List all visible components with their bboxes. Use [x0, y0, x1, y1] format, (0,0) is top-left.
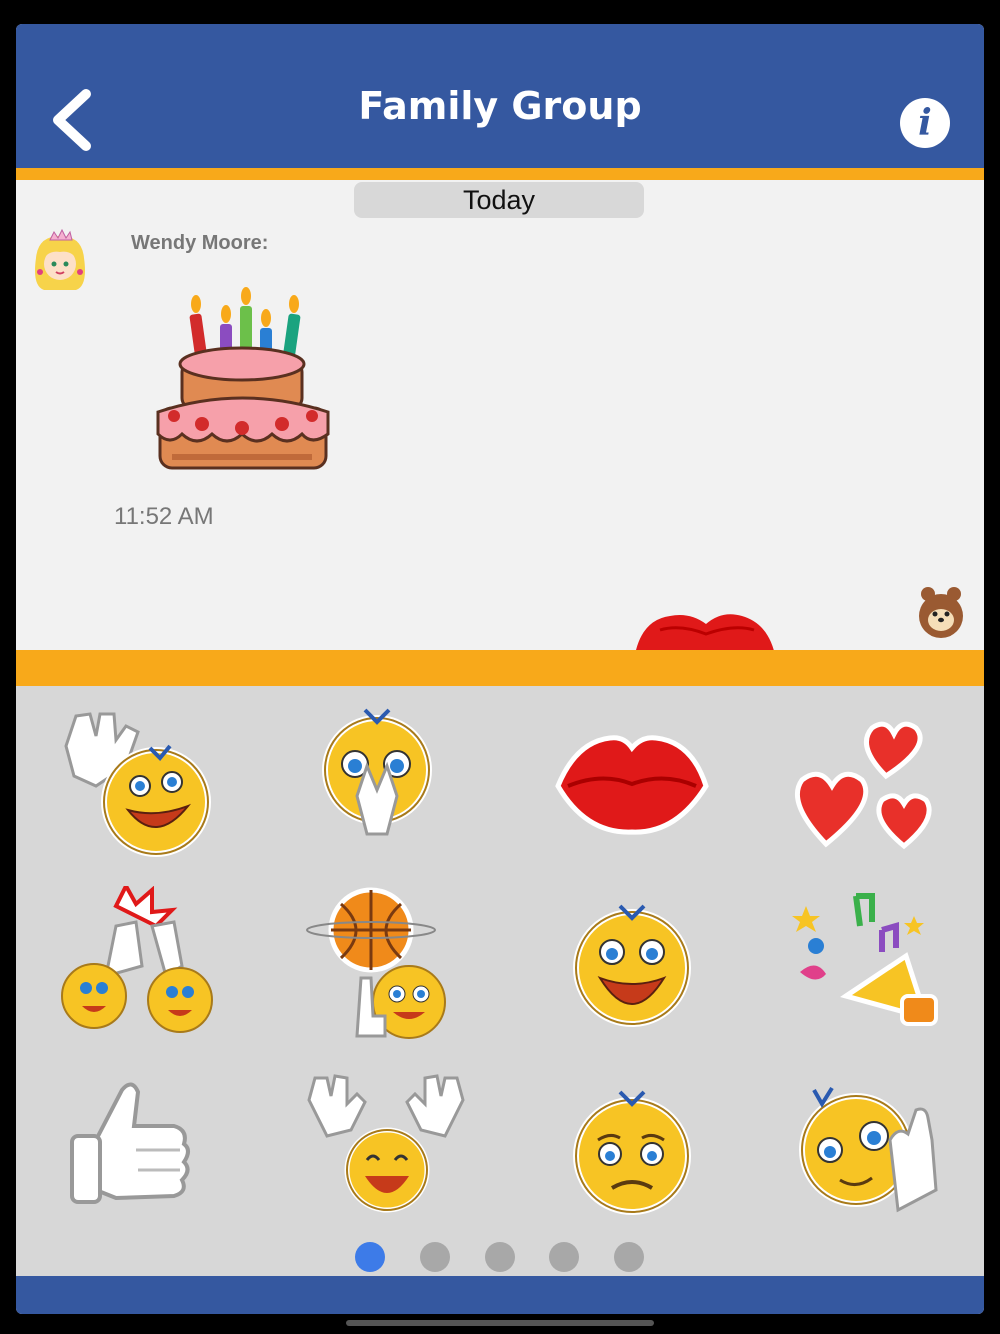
nav-header: Family Group i — [16, 24, 984, 168]
input-accent-stripe — [16, 650, 984, 686]
page-dot-1[interactable] — [355, 1242, 385, 1272]
praying-smiley-sticker[interactable] — [301, 706, 471, 866]
waving-smiley-sticker[interactable] — [56, 706, 226, 866]
waving-goodbye-smiley-sticker[interactable] — [786, 1070, 956, 1230]
cheering-smiley-sticker[interactable] — [301, 1070, 471, 1230]
page-dot-2[interactable] — [420, 1242, 450, 1272]
sad-smiley-sticker[interactable] — [546, 1070, 716, 1230]
basketball-smiley-sticker[interactable] — [301, 886, 471, 1046]
chat-area[interactable]: Today Wendy Moore: 11:52 AM — [16, 180, 984, 650]
page-dot-5[interactable] — [614, 1242, 644, 1272]
high-five-sticker[interactable] — [56, 886, 226, 1046]
sticker-tray — [16, 686, 984, 1276]
info-button[interactable]: i — [900, 98, 950, 148]
princess-avatar[interactable] — [30, 228, 90, 292]
bear-avatar[interactable] — [916, 580, 966, 640]
message-timestamp: 11:52 AM — [114, 503, 214, 530]
info-icon: i — [918, 102, 932, 144]
header-accent-stripe — [16, 168, 984, 180]
page-title: Family Group — [358, 84, 642, 128]
hearts-sticker[interactable] — [786, 706, 956, 866]
sender-name: Wendy Moore: — [131, 232, 269, 254]
party-horn-sticker[interactable] — [786, 886, 956, 1046]
page-dot-3[interactable] — [485, 1242, 515, 1272]
page-dot-4[interactable] — [549, 1242, 579, 1272]
home-indicator[interactable] — [346, 1320, 654, 1326]
red-lips-sticker[interactable] — [630, 600, 780, 650]
birthday-cake-sticker[interactable] — [152, 284, 332, 484]
red-lips-sticker[interactable] — [546, 706, 716, 866]
app-screen: Family Group i Today Wendy Moore: 11:52 … — [16, 24, 984, 1314]
bottom-bar — [16, 1276, 984, 1314]
date-divider: Today — [354, 182, 644, 218]
thumbs-up-sticker[interactable] — [56, 1070, 226, 1230]
page-indicator — [16, 1242, 984, 1272]
laughing-smiley-sticker[interactable] — [546, 886, 716, 1046]
